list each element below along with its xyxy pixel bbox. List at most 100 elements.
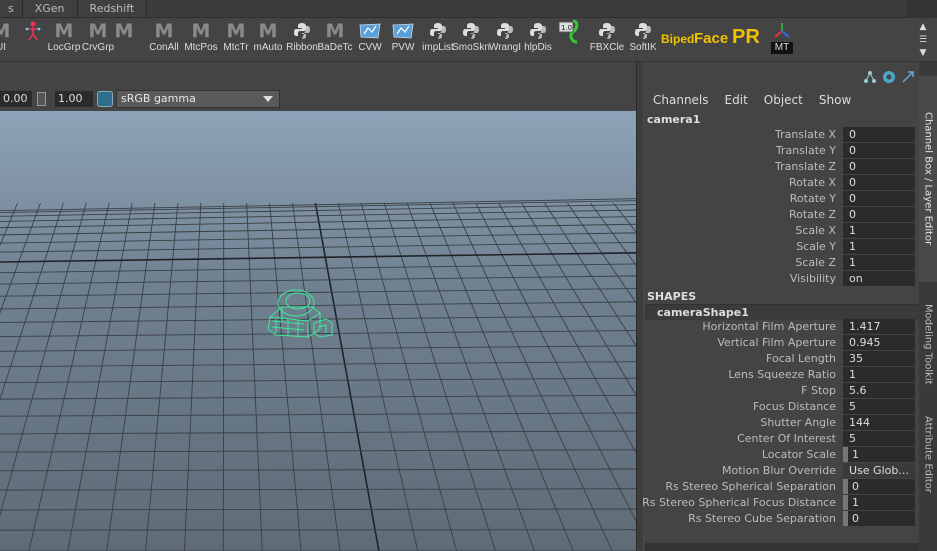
shelf-button-face[interactable]: Face [694,30,728,47]
shelf-tab-xgen[interactable]: XGen [22,0,78,17]
attribute-name[interactable]: Vertical Film Aperture [717,336,836,349]
grid-line [106,202,156,551]
shelf-button-pr[interactable]: PR [732,26,760,49]
attribute-value-field[interactable]: 0 [843,127,915,142]
attribute-value-field[interactable]: 5 [843,431,915,446]
shelf-tab-redshift[interactable]: Redshift [77,0,148,17]
shelf-button-mtctr[interactable]: M MtcTr [219,20,253,60]
shelf-button-cvw[interactable]: CVW [354,20,386,60]
attribute-name[interactable]: Locator Scale [762,448,836,461]
shelf-button-smoskn[interactable]: SmoSkn [452,20,490,60]
shelf-button-pvw[interactable]: PVW [387,20,419,60]
panel-splitter[interactable] [636,62,644,551]
tab-attribute-editor[interactable]: Attribute Editor [919,406,937,502]
menu-edit[interactable]: Edit [725,93,748,107]
attribute-value-field[interactable]: 0 [843,207,915,222]
shape-node-name[interactable]: cameraShape1 [657,306,749,319]
menu-object[interactable]: Object [764,93,803,107]
attribute-value-field[interactable]: 0 [843,511,915,526]
key-icon[interactable] [882,70,896,84]
attribute-value-field[interactable]: 5 [843,399,915,414]
attribute-name[interactable]: Shutter Angle [760,416,836,429]
attribute-name[interactable]: F Stop [801,384,836,397]
attribute-value-field[interactable]: 0 [843,479,915,494]
shelf-button-locgrp[interactable]: M LocGrp [47,20,81,60]
shelf-button-ui[interactable]: MUI [0,20,16,60]
transform-node-name[interactable]: camera1 [647,113,700,126]
python-icon [628,20,658,42]
attribute-value-field[interactable]: 1 [843,367,915,382]
attribute-value-field[interactable]: 1 [843,447,915,462]
attribute-name[interactable]: Scale X [795,224,836,237]
attribute-name[interactable]: Rotate Z [789,208,836,221]
exposure-field[interactable]: 0.00 [0,91,32,107]
attribute-value-field[interactable]: 1 [843,239,915,254]
attribute-value-field[interactable]: 1.417 [843,319,915,334]
attribute-name[interactable]: Rs Stereo Spherical Separation [665,480,836,493]
attribute-value-field[interactable]: 1 [843,255,915,270]
tab-channel-box-layer-editor[interactable]: Channel Box / Layer Editor [919,76,937,282]
gamma-field[interactable]: 1.00 [55,91,93,107]
attribute-name[interactable]: Focal Length [766,352,836,365]
shelf-button-mauto[interactable]: MmAuto [251,20,285,60]
attribute-name[interactable]: Translate Z [775,160,836,173]
colorspace-dropdown[interactable]: sRGB gamma [116,90,280,108]
attribute-name[interactable]: Focus Distance [753,400,836,413]
attribute-name[interactable]: Rotate Y [790,192,836,205]
menu-show[interactable]: Show [819,93,851,107]
attribute-name[interactable]: Rs Stereo Cube Separation [688,512,836,525]
attribute-value-field[interactable]: 144 [843,415,915,430]
attribute-name[interactable]: Scale Z [795,256,836,269]
shelf-button-hlpdis[interactable]: hlpDis [521,20,555,60]
shelf-button-tool-1[interactable] [18,20,48,60]
attribute-value-field[interactable]: on [843,271,915,286]
attribute-name[interactable]: Translate Y [776,144,836,157]
attribute-value-field[interactable]: 0 [843,175,915,190]
attribute-name[interactable]: Lens Squeeze Ratio [728,368,836,381]
shelf-button-biped[interactable]: Biped [661,32,694,46]
attribute-value-field[interactable]: 1 [843,223,915,238]
attribute-name[interactable]: Rs Stereo Spherical Focus Distance [642,496,836,509]
shelf-tab[interactable]: s [0,0,23,17]
expand-icon[interactable] [901,70,915,84]
attribute-dropdown[interactable]: Use Glob... [843,463,915,478]
shelf-button-implist[interactable]: impList [421,20,455,60]
attribute-value-field[interactable]: 0 [843,191,915,206]
shelf-button-tool-17[interactable]: 1.0 [557,19,587,60]
shelf-button-tool-4[interactable]: M [112,20,136,60]
attribute-value-field[interactable]: 35 [843,351,915,366]
attribute-name[interactable]: Horizontal Film Aperture [702,320,836,333]
shelf-button-fbxcle[interactable]: FBXCle [590,20,624,60]
tab-modeling-toolkit[interactable]: Modeling Toolkit [919,288,937,400]
attribute-value-field[interactable]: 0.945 [843,335,915,350]
shelf-scroll[interactable]: ▲ ☰ ▼ [916,22,930,58]
attribute-value-field[interactable]: 5.6 [843,383,915,398]
attribute-value-field[interactable]: 1 [843,495,915,510]
shelf-button-mtcpos[interactable]: M MtcPos [183,20,219,60]
attribute-name[interactable]: Rotate X [789,176,836,189]
attribute-name[interactable]: Visibility [790,272,836,285]
attribute-value-field[interactable]: 0 [843,159,915,174]
attribute-name[interactable]: Scale Y [796,240,836,253]
perspective-viewport[interactable] [0,111,636,551]
shelf-button-ribbon[interactable]: Ribbon [285,20,319,60]
attribute-value-field[interactable]: 0 [843,143,915,158]
color-management-icon[interactable] [97,91,113,107]
channel-box-menubar: Channels Edit Object Show [653,93,851,107]
gamma-toggle-icon[interactable] [37,92,46,106]
shelf-button-softik[interactable]: SoftIK [626,20,660,60]
attribute-name[interactable]: Translate X [775,128,836,141]
shelf-button-badetc[interactable]: M BaDeTc [318,20,353,60]
grid-line [0,275,636,285]
shelf-button-wrangi[interactable]: WrangI [488,20,522,60]
attribute-name[interactable]: Center Of Interest [737,432,836,445]
camera-wireframe[interactable] [267,289,333,338]
shelf-button-mt[interactable]: MT [766,20,798,60]
shelf-button-conall[interactable]: M ConAll [147,20,181,60]
attribute-name[interactable]: Motion Blur Override [722,464,836,477]
scroll-down-icon[interactable]: ▼ [920,48,927,58]
menu-channels[interactable]: Channels [653,93,709,107]
shelf-menu-icon[interactable]: ☰ [919,35,927,45]
scroll-up-icon[interactable]: ▲ [920,22,927,32]
hierarchy-icon[interactable] [863,70,877,84]
